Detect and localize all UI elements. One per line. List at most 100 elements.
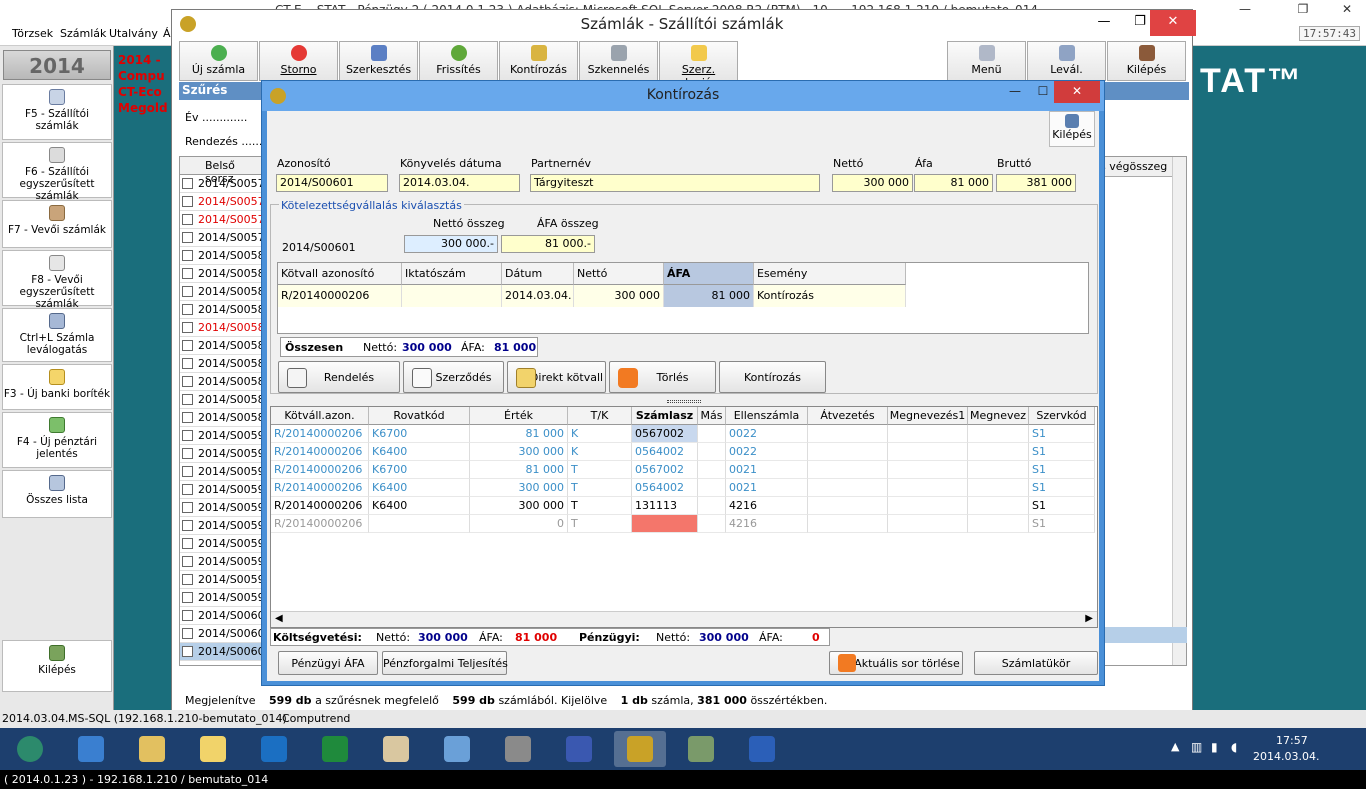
grid-cell[interactable]: 0567002 <box>632 425 698 443</box>
menu-utalvany[interactable]: Utalvány <box>109 27 158 40</box>
column-header[interactable]: Érték <box>470 407 568 425</box>
taskbar-date[interactable]: 2014.03.04. <box>1253 750 1319 763</box>
grid-cell[interactable]: R/20140000206 <box>271 443 369 461</box>
volume-icon[interactable]: ◖ <box>1231 740 1237 754</box>
delete-button[interactable]: Törlés <box>609 361 716 393</box>
grid-cell[interactable] <box>888 425 968 443</box>
grid-cell[interactable] <box>968 497 1029 515</box>
taskbar-app-button[interactable] <box>736 731 788 767</box>
taskbar-app-button[interactable] <box>675 731 727 767</box>
table-row[interactable]: 2014/S0058 <box>180 355 266 373</box>
taskbar-app-button[interactable] <box>614 731 666 767</box>
table-row[interactable]: 2014/S0059 <box>180 463 266 481</box>
commitment-cell[interactable]: R/20140000206 <box>278 285 402 307</box>
taskbar-app-button[interactable] <box>309 731 361 767</box>
battery-icon[interactable]: ▮ <box>1211 740 1218 754</box>
storno-button[interactable]: Storno <box>259 41 338 81</box>
column-header[interactable]: Számlasz <box>632 407 698 425</box>
grid-cell[interactable] <box>808 425 888 443</box>
taskbar-app-button[interactable] <box>248 731 300 767</box>
commitment-cell[interactable] <box>402 285 502 307</box>
order-button[interactable]: Rendelés <box>278 361 400 393</box>
row-checkbox[interactable] <box>182 556 193 567</box>
grid-cell[interactable]: 300 000 <box>470 443 568 461</box>
grid-cell[interactable] <box>968 425 1029 443</box>
column-header[interactable]: ÁFA <box>664 263 754 285</box>
row-checkbox[interactable] <box>182 574 193 585</box>
grid-cell[interactable] <box>698 515 726 533</box>
grid-cell[interactable]: R/20140000206 <box>271 497 369 515</box>
grid-cell[interactable]: T <box>568 479 632 497</box>
table-row[interactable]: 2014/S0060 <box>180 625 266 643</box>
grid-cell[interactable] <box>968 515 1029 533</box>
column-header[interactable]: Kötvall azonosító <box>278 263 402 285</box>
table-row[interactable]: 2014/S0058 <box>180 409 266 427</box>
taskbar-time[interactable]: 17:57 <box>1276 734 1308 747</box>
grid-cell[interactable]: K <box>568 443 632 461</box>
row-checkbox[interactable] <box>182 412 193 423</box>
row-checkbox[interactable] <box>182 304 193 315</box>
cash-flow-fulfillment-button[interactable]: Pénzforgalmi Teljesítés <box>382 651 508 675</box>
grid-cell[interactable] <box>888 461 968 479</box>
taskbar-app-button[interactable] <box>65 731 117 767</box>
table-row[interactable]: 2014/S0059 <box>180 445 266 463</box>
grid-cell[interactable]: 300 000 <box>470 479 568 497</box>
grid-cell[interactable]: K6400 <box>369 497 470 515</box>
by-contract-button[interactable]: Szerz. alapján <box>659 41 738 89</box>
table-row[interactable]: 2014/S0059 <box>180 589 266 607</box>
grid-cell[interactable] <box>698 479 726 497</box>
row-checkbox[interactable] <box>182 592 193 603</box>
grid-cell[interactable]: S1 <box>1029 497 1095 515</box>
grid-cell[interactable]: S1 <box>1029 443 1095 461</box>
taskbar-app-button[interactable] <box>126 731 178 767</box>
grid-cell[interactable]: R/20140000206 <box>271 515 369 533</box>
grid-cell[interactable] <box>968 443 1029 461</box>
row-checkbox[interactable] <box>182 430 193 441</box>
table-row[interactable]: 2014/S0059 <box>180 553 266 571</box>
grid-cell[interactable]: T <box>568 515 632 533</box>
grid-cell[interactable]: S1 <box>1029 515 1095 533</box>
table-row[interactable]: 2014/S0058 <box>180 373 266 391</box>
column-header[interactable]: Más <box>698 407 726 425</box>
sidebar-item-invoice-filter[interactable]: Ctrl+L Számla leválogatás <box>2 308 112 362</box>
commitment-cell[interactable]: 81 000 <box>664 285 754 307</box>
menu-button[interactable]: Menü <box>947 41 1026 81</box>
grid-cell[interactable]: 0021 <box>726 479 808 497</box>
table-row[interactable]: 2014/S0057 <box>180 175 266 193</box>
scroll-right-icon[interactable]: ▶ <box>1085 613 1093 624</box>
posting-close-button[interactable]: ✕ <box>1054 81 1100 103</box>
scan-button[interactable]: Szkennelés <box>579 41 658 81</box>
taskbar-app-button[interactable] <box>492 731 544 767</box>
grid-cell[interactable]: T <box>568 461 632 479</box>
table-row[interactable]: 2014/S0057 <box>180 193 266 211</box>
grid-cell[interactable] <box>698 497 726 515</box>
grid-cell[interactable]: 4216 <box>726 515 808 533</box>
taskbar-app-button[interactable] <box>187 731 239 767</box>
row-checkbox[interactable] <box>182 646 193 657</box>
refresh-button[interactable]: Frissítés <box>419 41 498 81</box>
row-checkbox[interactable] <box>182 340 193 351</box>
row-checkbox[interactable] <box>182 286 193 297</box>
grid-cell[interactable]: 300 000 <box>470 497 568 515</box>
grid-cell[interactable]: R/20140000206 <box>271 461 369 479</box>
filter-button[interactable]: Levál. <box>1027 41 1106 81</box>
row-checkbox[interactable] <box>182 250 193 261</box>
grid-cell[interactable] <box>808 461 888 479</box>
grid-cell[interactable] <box>698 443 726 461</box>
grid-cell[interactable]: K <box>568 425 632 443</box>
posting-date-field[interactable]: 2014.03.04. <box>399 174 520 192</box>
grid-cell[interactable]: S1 <box>1029 479 1095 497</box>
row-checkbox[interactable] <box>182 484 193 495</box>
column-header[interactable]: Ellenszámla <box>726 407 808 425</box>
invoices-close-button[interactable]: ✕ <box>1150 10 1196 36</box>
network-icon[interactable]: ▥ <box>1191 740 1202 754</box>
grid-cell[interactable]: K6700 <box>369 461 470 479</box>
row-checkbox[interactable] <box>182 610 193 621</box>
grid-cell[interactable]: 81 000 <box>470 425 568 443</box>
direct-commitment-button[interactable]: Direkt kötvall <box>507 361 606 393</box>
column-header[interactable]: Rovatkód <box>369 407 470 425</box>
invoice-list-header[interactable]: Belső sorsz <box>180 157 266 185</box>
grid-cell[interactable] <box>888 443 968 461</box>
taskbar-app-button[interactable] <box>553 731 605 767</box>
table-row[interactable]: 2014/S0058 <box>180 283 266 301</box>
